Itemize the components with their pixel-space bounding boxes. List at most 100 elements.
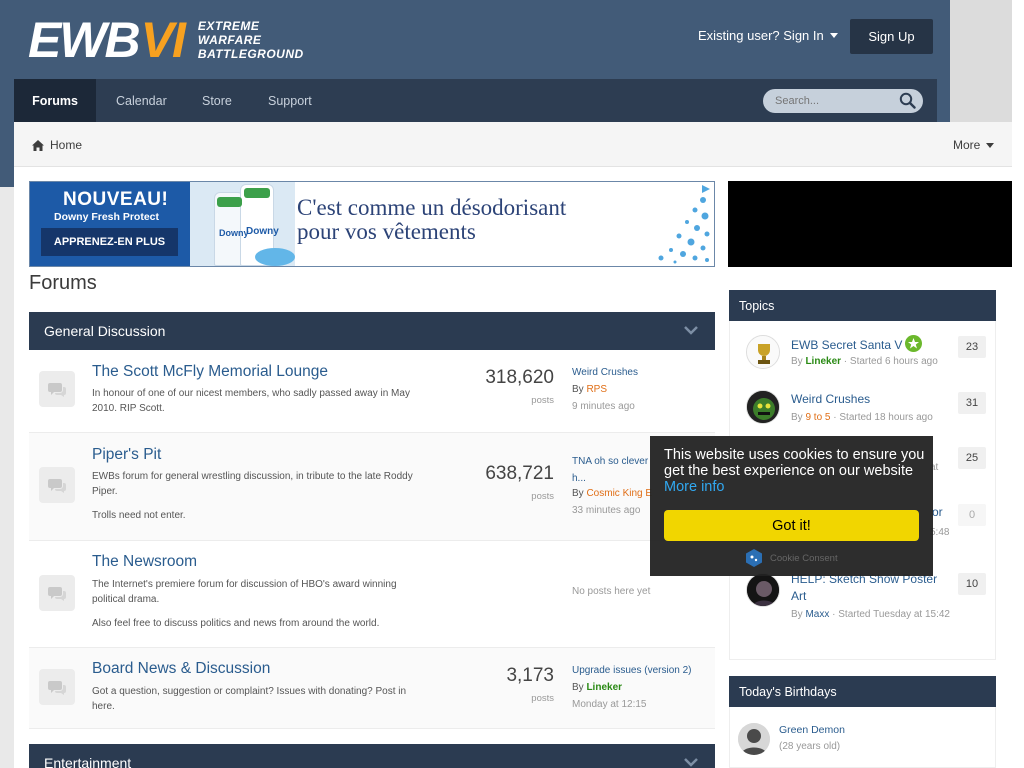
caret-down-icon [986, 142, 995, 148]
last-post-author: By Cosmic King E [572, 488, 652, 499]
topic-meta: By Lineker · Started 6 hours ago [791, 356, 938, 367]
cookie-consent-logo-icon [746, 549, 762, 567]
chat-bubble-icon [48, 382, 66, 397]
caret-down-icon [829, 33, 838, 38]
by-label: By [791, 609, 803, 620]
last-post-author: By Lineker [572, 682, 622, 693]
tab-forums[interactable]: Forums [14, 79, 96, 122]
ad-beads-bowl [255, 248, 295, 266]
cookie-accept-button[interactable]: Got it! [664, 510, 919, 541]
last-post-author: By RPS [572, 384, 607, 395]
more-menu[interactable]: More [953, 138, 995, 152]
chat-bubble-icon [48, 586, 66, 601]
last-post-title[interactable]: Weird Crushes [572, 367, 692, 378]
bottle-cap [244, 188, 270, 198]
cookie-credit[interactable]: Cookie Consent [744, 548, 838, 568]
author-link[interactable]: Lineker [586, 682, 622, 693]
topic-reply-count: 31 [958, 392, 986, 414]
forum-post-count: 638,721 [485, 463, 554, 484]
page-title: Forums [29, 272, 97, 294]
birthdays-widget-header: Today's Birthdays [729, 676, 996, 707]
last-post-title[interactable]: Upgrade issues (version 2) [572, 665, 692, 676]
forum-status-icon [39, 575, 75, 611]
forum-description-extra: Also feel free to discuss politics and n… [92, 618, 380, 629]
ad-subline: Downy Fresh Protect [54, 211, 160, 223]
avatar[interactable] [746, 573, 780, 607]
trophy-avatar-image [747, 336, 779, 368]
author-link[interactable]: Lineker [805, 356, 841, 367]
forum-row: The Scott McFly Memorial Lounge In honou… [29, 350, 715, 433]
tab-support[interactable]: Support [268, 79, 312, 122]
by-label: By [572, 488, 584, 499]
cookie-message: This website uses cookies to ensure you … [664, 447, 926, 495]
author-link[interactable]: RPS [586, 384, 607, 395]
birthday-user-link[interactable]: Green Demon [779, 724, 845, 736]
ad-headline: NOUVEAU! [63, 189, 169, 210]
topic-title-link[interactable]: or [932, 504, 952, 521]
no-posts-label: No posts here yet [572, 586, 651, 597]
topic-title-link[interactable]: Weird Crushes [791, 391, 931, 408]
breadcrumb: Home More [14, 122, 1012, 167]
author-link[interactable]: Maxx [805, 609, 829, 620]
avatar[interactable] [746, 390, 780, 424]
tab-store[interactable]: Store [202, 79, 232, 122]
forum-post-count: 3,173 [506, 665, 554, 686]
author-link[interactable]: Cosmic King E [586, 488, 652, 499]
portrait-avatar-image [747, 574, 779, 606]
last-post-time: Monday at 12:15 [572, 699, 647, 710]
last-post-title[interactable]: TNA oh so clever h... [572, 453, 652, 487]
sign-in-link[interactable]: Existing user? Sign In [698, 28, 838, 43]
forum-row: Piper's Pit EWBs forum for general wrest… [29, 433, 715, 541]
topic-reply-count: 10 [958, 573, 986, 595]
forum-row: The Newsroom The Internet's premiere for… [29, 541, 715, 648]
author-link[interactable]: 9 to 5 [805, 412, 830, 423]
forum-status-icon [39, 371, 75, 407]
birthdays-widget: Green Demon (28 years old) [729, 707, 996, 768]
home-icon [32, 139, 44, 151]
more-menu-label: More [953, 138, 981, 152]
avatar[interactable] [746, 335, 780, 369]
breadcrumb-home[interactable]: Home [32, 138, 82, 152]
chat-bubble-icon [48, 478, 66, 493]
by-label: By [572, 682, 584, 693]
sign-in-label: Existing user? Sign In [698, 28, 824, 43]
forum-posts-label: posts [531, 395, 554, 406]
cookie-message-text: This website uses cookies to ensure you … [664, 447, 925, 479]
cookie-consent-banner: This website uses cookies to ensure you … [650, 436, 933, 576]
logo-tag-line: EXTREME [197, 19, 260, 33]
search-icon[interactable] [899, 92, 916, 109]
category-header[interactable]: Entertainment [29, 744, 715, 768]
avatar[interactable] [738, 723, 770, 755]
topic-started: · Started Tuesday at 15:42 [829, 609, 950, 620]
forum-title-link[interactable]: The Newsroom [92, 553, 197, 571]
main-nav: Forums Calendar Store Support [14, 79, 937, 122]
advertisement-banner[interactable]: NOUVEAU! Downy Fresh Protect APPRENEZ-EN… [29, 181, 715, 267]
ad-choices-icon[interactable] [701, 184, 711, 194]
ad-tagline-line: C'est comme un désodorisant [297, 195, 567, 220]
category-header[interactable]: General Discussion [29, 312, 715, 350]
cookie-more-info-link[interactable]: More info [664, 479, 724, 495]
search-input[interactable] [775, 95, 895, 107]
site-logo[interactable]: EWB VI EXTREME WARFARE BATTLEGROUND [28, 14, 304, 66]
page-edge [1012, 0, 1024, 768]
sign-up-button[interactable]: Sign Up [850, 19, 933, 54]
forum-post-count: 318,620 [485, 367, 554, 388]
topic-started: · Started 18 hours ago [830, 412, 933, 423]
forum-title-link[interactable]: Board News & Discussion [92, 660, 270, 678]
forum-title-link[interactable]: The Scott McFly Memorial Lounge [92, 363, 328, 381]
topic-reply-count: 23 [958, 336, 986, 358]
category-title: General Discussion [44, 323, 166, 339]
forum-posts-label: posts [531, 491, 554, 502]
topic-title-link[interactable]: HELP: Sketch Show Poster Art [791, 571, 951, 605]
topic-title-link[interactable]: EWB Secret Santa V [791, 335, 951, 354]
ad-product-image: Downy Downy [190, 182, 295, 266]
chevron-down-icon[interactable] [683, 322, 699, 338]
ad-dots-graphic [658, 197, 710, 264]
ad-learn-more-button[interactable]: APPRENEZ-EN PLUS [41, 228, 178, 256]
chevron-down-icon[interactable] [683, 754, 699, 768]
forum-title-link[interactable]: Piper's Pit [92, 446, 161, 464]
by-label: By [791, 356, 803, 367]
logo-tag-line: BATTLEGROUND [197, 47, 304, 61]
site-header: EWB VI EXTREME WARFARE BATTLEGROUND Exis… [0, 0, 950, 79]
tab-calendar[interactable]: Calendar [116, 79, 167, 122]
